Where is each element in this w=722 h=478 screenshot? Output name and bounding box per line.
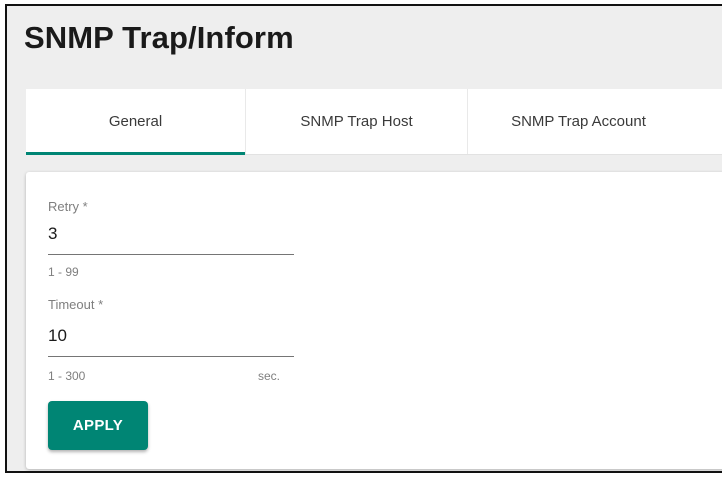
app-frame: SNMP Trap/Inform General SNMP Trap Host … xyxy=(5,4,722,473)
retry-input[interactable]: 3 xyxy=(48,224,57,244)
apply-button[interactable]: APPLY xyxy=(48,401,148,450)
tab-snmp-trap-account[interactable]: SNMP Trap Account xyxy=(467,89,689,154)
page-title: SNMP Trap/Inform xyxy=(24,20,294,55)
tab-snmp-trap-host[interactable]: SNMP Trap Host xyxy=(245,89,467,154)
tab-bar: General SNMP Trap Host SNMP Trap Account xyxy=(26,89,722,155)
tab-general[interactable]: General xyxy=(26,89,245,155)
timeout-underline xyxy=(48,356,294,357)
timeout-label: Timeout * xyxy=(48,297,104,312)
retry-underline xyxy=(48,254,294,255)
retry-hint: 1 - 99 xyxy=(48,265,79,279)
timeout-input[interactable]: 10 xyxy=(48,326,67,346)
settings-panel: Retry * 3 1 - 99 Timeout * 10 1 - 300 se… xyxy=(26,172,722,469)
timeout-hint: 1 - 300 xyxy=(48,369,86,383)
timeout-unit: sec. xyxy=(258,369,281,383)
retry-label: Retry * xyxy=(48,199,88,214)
